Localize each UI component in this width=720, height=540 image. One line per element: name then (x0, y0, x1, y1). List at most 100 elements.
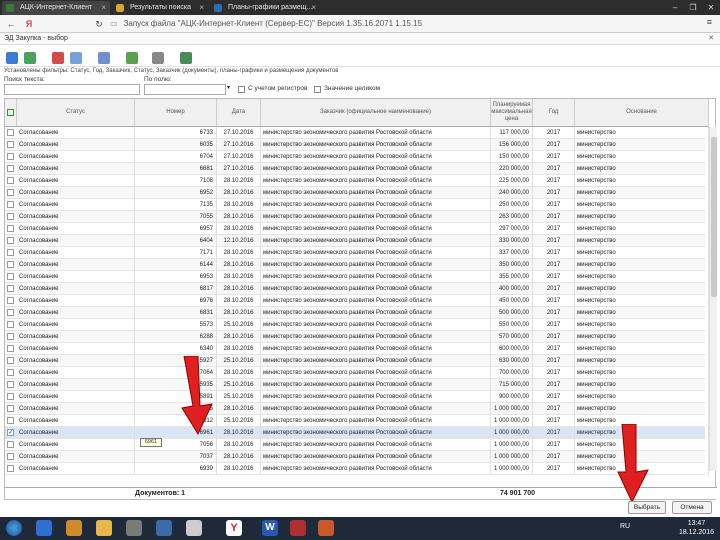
row-checkbox[interactable] (7, 153, 14, 160)
table-row[interactable]: Согласование 6340 28.10.2016 министерство э… (5, 343, 709, 355)
menu-icon[interactable]: ≡ (707, 17, 712, 27)
table-row[interactable]: Согласование 6704 27.10.2016 министерство э… (5, 151, 709, 163)
app-window-icon[interactable] (290, 520, 306, 536)
row-checkbox[interactable] (7, 333, 14, 340)
table-row[interactable]: Согласование 6831 28.10.2016 министерство э… (5, 307, 709, 319)
row-checkbox[interactable] (7, 141, 14, 148)
funnel-icon[interactable] (98, 52, 110, 64)
table-row[interactable]: ✓ Согласование 6961 28.10.2016 министерство … (5, 427, 709, 439)
row-checkbox[interactable] (7, 465, 14, 472)
table-row[interactable]: Согласование 5573 25.10.2016 министерство э… (5, 319, 709, 331)
search-input[interactable] (4, 84, 140, 95)
column-header-customer[interactable]: Заказчик (официальное наименование) (261, 99, 491, 127)
table-row[interactable]: Согласование 7135 28.10.2016 министерство э… (5, 199, 709, 211)
row-checkbox[interactable] (7, 261, 14, 268)
row-checkbox[interactable] (7, 249, 14, 256)
table-row[interactable]: Согласование 6953 28.10.2016 министерство э… (5, 271, 709, 283)
clock[interactable]: 13:47 18.12.2016 (679, 519, 714, 537)
select-all-header[interactable] (5, 99, 17, 127)
row-checkbox[interactable] (7, 129, 14, 136)
browser-tab-plans[interactable]: Планы-графики размещ... × (210, 1, 320, 15)
cancel-button[interactable]: Отмена (672, 501, 712, 514)
vertical-scrollbar[interactable] (709, 127, 717, 471)
table-row[interactable]: Согласование 7055 28.10.2016 министерство э… (5, 211, 709, 223)
whole-value-checkbox[interactable] (314, 86, 321, 93)
browser-tab-acc[interactable]: АЦК-Интернет-Клиент × (2, 1, 110, 15)
scroll-thumb[interactable] (711, 137, 717, 297)
row-checkbox[interactable] (7, 357, 14, 364)
row-checkbox[interactable] (7, 345, 14, 352)
row-checkbox[interactable] (7, 309, 14, 316)
media-icon[interactable] (66, 520, 82, 536)
disk-icon[interactable] (186, 520, 202, 536)
row-checkbox[interactable] (7, 237, 14, 244)
presentation-icon[interactable] (318, 520, 334, 536)
row-checkbox[interactable] (7, 201, 14, 208)
back-button[interactable]: ← (4, 17, 18, 31)
row-checkbox[interactable] (7, 225, 14, 232)
row-checkbox[interactable] (7, 285, 14, 292)
registries-checkbox[interactable] (238, 86, 245, 93)
table-row[interactable]: Согласование 7171 28.10.2016 министерство э… (5, 247, 709, 259)
close-icon[interactable]: ✕ (708, 33, 714, 45)
close-icon[interactable]: × (199, 1, 204, 15)
export-icon[interactable] (180, 52, 192, 64)
table-row[interactable]: Согласование 5927 25.10.2016 министерство э… (5, 355, 709, 367)
table-row[interactable]: Согласование 6404 12.10.2016 министерство э… (5, 235, 709, 247)
table-row[interactable]: Согласование 6035 27.10.2016 министерство э… (5, 139, 709, 151)
browser-tab-search[interactable]: Результаты поиска × (112, 1, 208, 15)
table-row[interactable]: Согласование 6288 28.10.2016 министерство э… (5, 331, 709, 343)
table-row[interactable]: Согласование623528.10.2016министерство э… (5, 403, 709, 415)
table-row[interactable]: Согласование 7064 28.10.2016 министерство э… (5, 367, 709, 379)
select-button[interactable]: Выбрать (628, 501, 666, 514)
table-row[interactable]: Согласование 6144 28.10.2016 министерство э… (5, 259, 709, 271)
folder-icon[interactable] (96, 520, 112, 536)
row-checkbox[interactable] (7, 273, 14, 280)
table-row[interactable]: Согласование 6957 28.10.2016 министерство э… (5, 223, 709, 235)
reload-button[interactable]: ↻ (92, 17, 106, 31)
table-row[interactable]: Согласование 6939 28.10.2016 министерство э… (5, 463, 709, 475)
table-row[interactable]: Согласование 5935 25.10.2016 министерство э… (5, 379, 709, 391)
table-row[interactable]: Согласование 7037 28.10.2016 министерство э… (5, 451, 709, 463)
yandex-logo-icon[interactable]: Я (22, 17, 36, 31)
start-icon[interactable] (6, 520, 22, 536)
table-row[interactable]: Согласование 6952 28.10.2016 министерство э… (5, 187, 709, 199)
column-header-basis[interactable]: Основание (575, 99, 709, 127)
table-row[interactable]: Согласование 5891 25.10.2016 министерство э… (5, 391, 709, 403)
language-indicator[interactable]: RU (620, 523, 630, 530)
close-window-icon[interactable]: ✕ (702, 0, 720, 15)
row-checkbox[interactable] (7, 321, 14, 328)
table-row[interactable]: Согласование 6817 28.10.2016 министерство э… (5, 283, 709, 295)
table-row[interactable]: Согласование 6733 27.10.2016 министерство э… (5, 127, 709, 139)
refresh-icon[interactable] (6, 52, 18, 64)
row-checkbox[interactable] (7, 381, 14, 388)
column-header-status[interactable]: Статус (17, 99, 135, 127)
yandex-browser-icon[interactable]: Y (226, 520, 242, 536)
minimize-icon[interactable]: – (666, 0, 684, 15)
row-checkbox[interactable] (7, 405, 14, 412)
row-checkbox[interactable] (7, 177, 14, 184)
row-checkbox[interactable] (7, 417, 14, 424)
field-select[interactable] (144, 84, 226, 95)
row-checkbox[interactable] (7, 189, 14, 196)
table-row[interactable]: Согласование 6681 27.10.2016 министерство э… (5, 163, 709, 175)
row-checkbox[interactable]: ✓ (7, 429, 14, 436)
select-all-checkbox[interactable] (7, 109, 14, 116)
filter-icon[interactable] (70, 52, 82, 64)
table-row[interactable]: Согласование 5612 25.10.2016 министерство э… (5, 415, 709, 427)
row-checkbox[interactable] (7, 441, 14, 448)
row-checkbox[interactable] (7, 369, 14, 376)
chevron-down-icon[interactable]: ▾ (227, 84, 230, 91)
close-icon[interactable]: × (101, 1, 106, 15)
player-icon[interactable] (126, 520, 142, 536)
column-header-date[interactable]: Дата (217, 99, 261, 127)
gear-icon[interactable] (152, 52, 164, 64)
tools-icon[interactable] (126, 52, 138, 64)
row-checkbox[interactable] (7, 393, 14, 400)
filter-clear-icon[interactable] (52, 52, 64, 64)
edit-icon[interactable] (24, 52, 36, 64)
row-checkbox[interactable] (7, 453, 14, 460)
word-icon[interactable]: W (262, 520, 278, 536)
monitor-icon[interactable] (156, 520, 172, 536)
url-field[interactable]: ▭ Запуск файла "АЦК-Интернет-Клиент (Серв… (110, 17, 530, 31)
